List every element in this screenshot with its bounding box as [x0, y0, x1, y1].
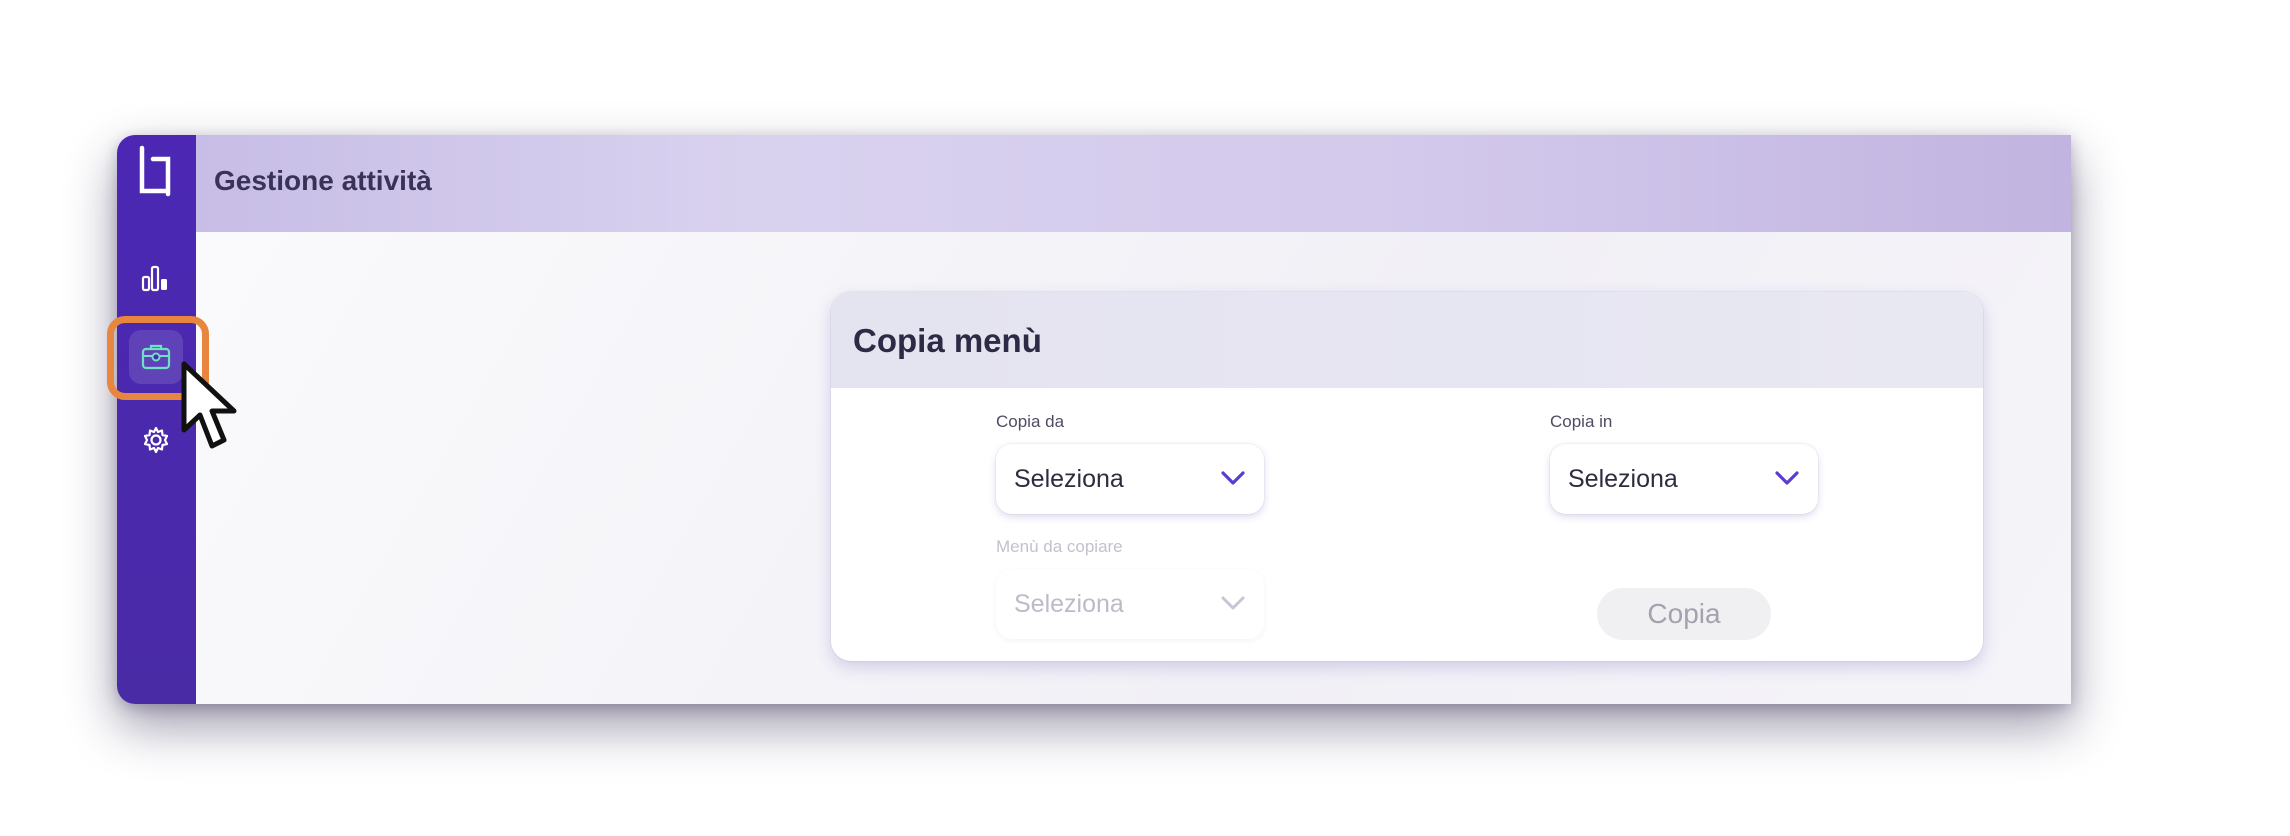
chevron-down-icon — [1221, 596, 1245, 610]
logo-icon — [139, 145, 171, 197]
page-header: Gestione attività — [196, 135, 2071, 232]
menu-to-copy-value: Seleziona — [1014, 589, 1124, 618]
sidebar-item-reports[interactable] — [129, 250, 183, 304]
copy-to-value: Seleziona — [1568, 464, 1678, 493]
mouse-cursor-icon — [181, 361, 237, 449]
copy-button[interactable]: Copia — [1597, 588, 1771, 640]
bar-chart-icon — [141, 265, 167, 292]
card-title: Copia menù — [853, 322, 1042, 359]
card-header: Copia menù — [831, 292, 1983, 388]
copy-to-select[interactable]: Seleziona — [1550, 444, 1818, 514]
copy-from-value: Seleziona — [1014, 464, 1124, 493]
menu-to-copy-label: Menù da copiare — [996, 537, 1123, 556]
copy-to-label: Copia in — [1550, 412, 1613, 431]
gear-icon — [143, 426, 169, 454]
sidebar-item-settings[interactable] — [129, 413, 183, 467]
chevron-down-icon — [1221, 471, 1245, 485]
page-title: Gestione attività — [214, 165, 432, 196]
copy-from-label: Copia da — [996, 412, 1065, 431]
chevron-down-icon — [1775, 471, 1799, 485]
copy-from-select[interactable]: Seleziona — [996, 444, 1264, 514]
menu-to-copy-select[interactable]: Seleziona — [996, 569, 1264, 639]
